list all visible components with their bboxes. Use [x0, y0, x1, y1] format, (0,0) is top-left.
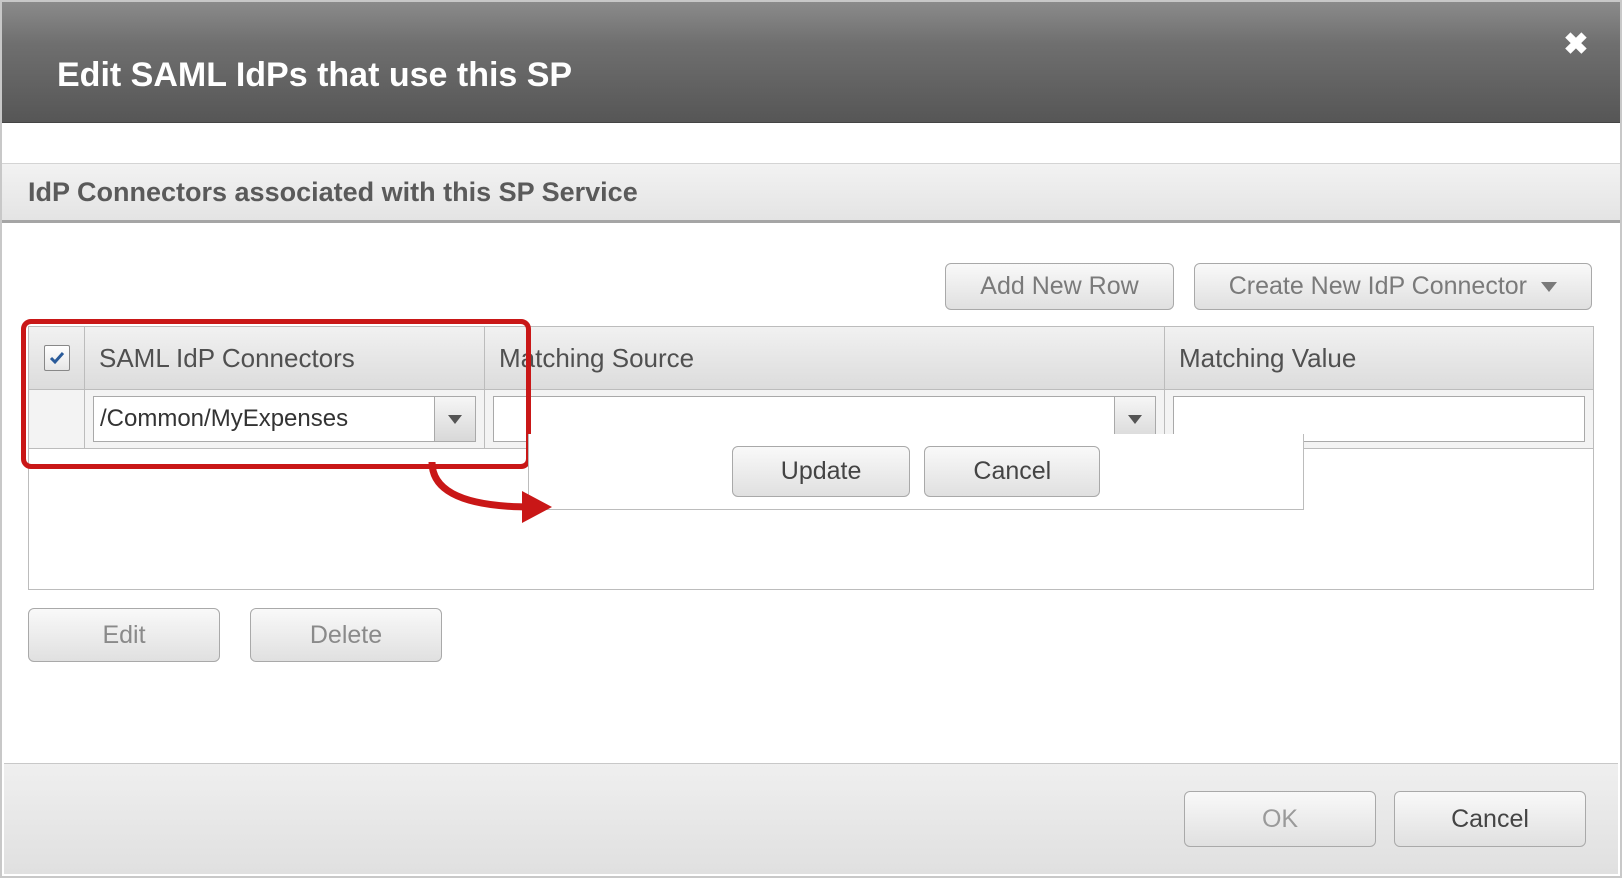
- update-label: Update: [781, 457, 862, 486]
- edit-button[interactable]: Edit: [28, 608, 220, 662]
- row-cancel-label: Cancel: [973, 457, 1051, 486]
- section-heading: IdP Connectors associated with this SP S…: [2, 163, 1620, 223]
- add-new-row-button[interactable]: Add New Row: [945, 263, 1173, 310]
- cell-connector: /Common/MyExpenses: [85, 390, 485, 448]
- close-icon[interactable]: ✖: [1562, 32, 1590, 60]
- dialog-header: Edit SAML IdPs that use this SP ✖: [2, 2, 1620, 123]
- saml-idp-connector-value: /Common/MyExpenses: [100, 405, 348, 433]
- header-matching-value: Matching Value: [1165, 327, 1593, 389]
- header-matching-source: Matching Source: [485, 327, 1165, 389]
- header-saml-idp-connectors: SAML IdP Connectors: [85, 327, 485, 389]
- row-checkbox-cell: [29, 390, 85, 448]
- chevron-down-icon: [448, 415, 462, 424]
- dialog-footer: OK Cancel: [4, 763, 1618, 874]
- delete-label: Delete: [310, 621, 382, 650]
- delete-button[interactable]: Delete: [250, 608, 442, 662]
- dialog-frame: Edit SAML IdPs that use this SP ✖ IdP Co…: [0, 0, 1622, 878]
- add-new-row-label: Add New Row: [980, 272, 1138, 301]
- select-dropdown-button[interactable]: [434, 397, 475, 441]
- row-actions-bar: Update Cancel: [528, 434, 1304, 510]
- below-table-actions: Edit Delete: [2, 590, 1620, 680]
- update-button[interactable]: Update: [732, 446, 911, 497]
- content-body: IdP Connectors associated with this SP S…: [2, 163, 1620, 680]
- table-header-row: SAML IdP Connectors Matching Source Matc…: [29, 327, 1593, 389]
- cancel-button[interactable]: Cancel: [1394, 791, 1586, 847]
- row-cancel-button[interactable]: Cancel: [924, 446, 1100, 497]
- create-new-idp-connector-label: Create New IdP Connector: [1229, 272, 1527, 301]
- edit-label: Edit: [102, 621, 145, 650]
- ok-button[interactable]: OK: [1184, 791, 1376, 847]
- chevron-down-icon: [1128, 415, 1142, 424]
- dialog-title: Edit SAML IdPs that use this SP: [57, 56, 572, 95]
- caret-down-icon: [1541, 282, 1557, 292]
- header-checkbox-cell: [29, 327, 85, 389]
- create-new-idp-connector-button[interactable]: Create New IdP Connector: [1194, 263, 1592, 310]
- saml-idp-connector-select[interactable]: /Common/MyExpenses: [93, 396, 476, 442]
- cancel-label: Cancel: [1451, 805, 1529, 834]
- checkmark-icon: [49, 350, 65, 366]
- select-all-checkbox[interactable]: [44, 345, 70, 371]
- toolbar-row: Add New Row Create New IdP Connector: [2, 223, 1620, 310]
- ok-label: OK: [1262, 805, 1298, 834]
